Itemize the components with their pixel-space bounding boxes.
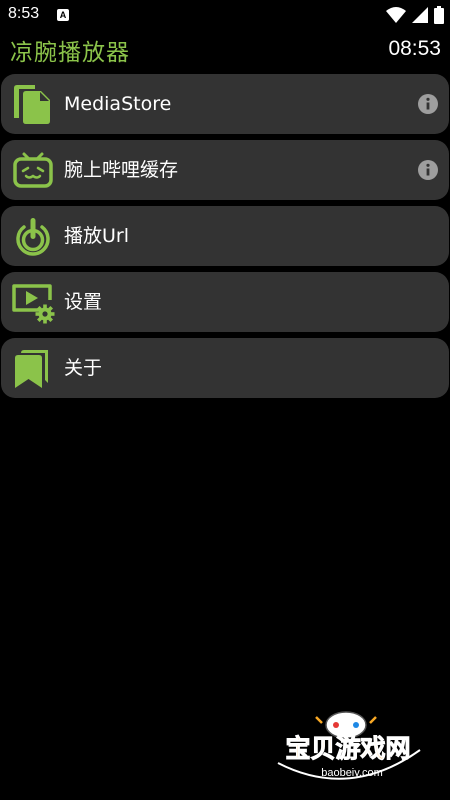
status-time: 8:53 [8, 5, 40, 22]
watermark-logo: 宝贝游戏网 baobeiy.com [277, 711, 421, 780]
bilibili-tv-icon [13, 152, 53, 188]
bookmarks-icon [15, 350, 48, 388]
menu-item-label: 关于 [64, 357, 103, 379]
document-copy-icon [14, 85, 50, 124]
battery-icon [434, 6, 444, 24]
video-settings-icon [12, 284, 55, 324]
header-clock: 08:53 [388, 37, 441, 60]
notification-a-icon: A [57, 9, 69, 21]
app-title: 凉腕播放器 [10, 40, 130, 66]
menu-item-bilibili-cache[interactable]: 腕上哔哩缓存 [1, 140, 449, 200]
status-bar: 8:53 A [0, 0, 450, 32]
status-icons [386, 6, 444, 24]
menu-item-play-url[interactable]: 播放Url [1, 206, 449, 266]
menu-item-settings[interactable]: 设置 [1, 272, 449, 332]
watermark-url: baobeiy.com [321, 767, 383, 779]
play-url-icon [16, 218, 50, 256]
menu-item-mediastore[interactable]: MediaStore [1, 74, 449, 134]
screen: 8:53 A 凉腕播放器 08:53 MediaStore 腕上哔哩缓存 播放U… [0, 0, 450, 800]
menu-item-label: 设置 [64, 291, 103, 313]
menu-item-label: 腕上哔哩缓存 [64, 159, 179, 181]
watermark-title: 宝贝游戏网 [285, 734, 410, 763]
wifi-icon [386, 7, 406, 23]
info-icon[interactable] [418, 160, 438, 180]
info-icon[interactable] [418, 94, 438, 114]
menu-item-label: MediaStore [64, 93, 172, 115]
signal-icon [412, 7, 428, 23]
menu-item-about[interactable]: 关于 [1, 338, 449, 398]
menu-item-label: 播放Url [64, 225, 129, 247]
